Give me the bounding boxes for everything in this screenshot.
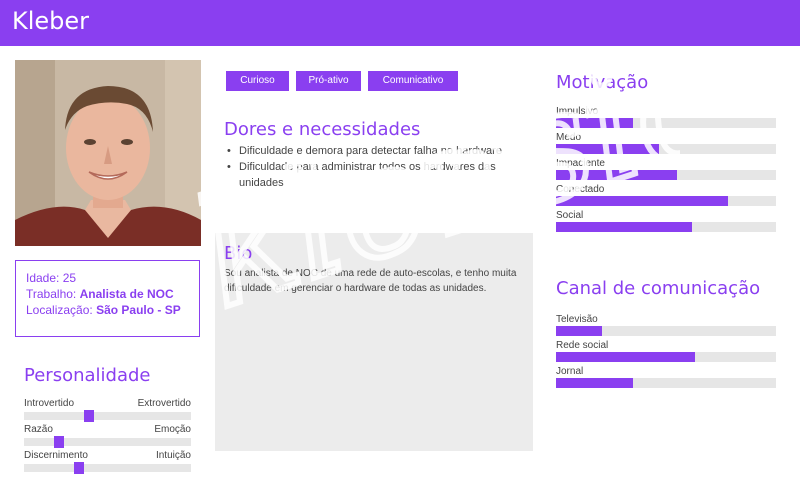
slider-track <box>24 410 191 422</box>
location-label: Localização: <box>26 303 93 317</box>
persona-avatar-illustration <box>15 60 201 246</box>
location-line: Localização: São Paulo - SP <box>26 302 189 318</box>
pains-title: Dores e necessidades <box>224 119 421 140</box>
job-value: Analista de NOC <box>79 287 174 301</box>
bio-title: Bio <box>224 243 253 264</box>
bar-fill <box>556 144 659 154</box>
job-label: Trabalho: <box>26 287 77 301</box>
bar-label: Impulsivo <box>556 106 599 117</box>
tag-pro-ativo: Pró-ativo <box>296 71 361 91</box>
slider-thumb <box>54 436 64 448</box>
personality-slider: Razão Emoção <box>24 423 191 448</box>
persona-name: Kleber <box>12 7 90 35</box>
job-line: Trabalho: Analista de NOC <box>26 286 189 302</box>
bar-track <box>556 326 776 336</box>
bar-track <box>556 170 776 180</box>
slider-track <box>24 436 191 448</box>
slider-track <box>24 462 191 474</box>
bar-label: Social <box>556 210 584 221</box>
bar-label: Rede social <box>556 340 609 351</box>
header-bar: Kleber <box>0 0 800 46</box>
slider-thumb <box>84 410 94 422</box>
personality-title: Personalidade <box>24 365 151 386</box>
bar-label: Impaciente <box>556 158 605 169</box>
bar-fill <box>556 352 695 362</box>
bar-track <box>556 144 776 154</box>
location-value: São Paulo - SP <box>96 303 181 317</box>
bar-track <box>556 378 776 388</box>
bar-track <box>556 196 776 206</box>
bar-fill <box>556 222 692 232</box>
slider-left-label: Razão <box>24 424 53 435</box>
slider-left-label: Introvertido <box>24 398 75 409</box>
channel-bars: Televisão Rede social Jornal <box>556 313 776 391</box>
tag-comunicativo: Comunicativo <box>368 71 458 91</box>
bar-fill <box>556 196 728 206</box>
channels-title: Canal de comunicação <box>556 278 761 299</box>
slider-right-label: Intuição <box>155 450 191 461</box>
bio-text: Sou analista de NOC de uma rede de auto-… <box>224 268 517 294</box>
profile-info-box: Idade: 25 Trabalho: Analista de NOC Loca… <box>15 260 200 337</box>
slider-left-label: Discernimento <box>24 450 88 461</box>
bar-fill <box>556 326 602 336</box>
pain-item: Dificuldade e demora para detectar falha… <box>226 143 526 159</box>
bar-track <box>556 118 776 128</box>
age-value: 25 <box>62 271 77 285</box>
bar-fill <box>556 170 677 180</box>
pains-list: Dificuldade e demora para detectar falha… <box>226 143 526 191</box>
bar-label: Medo <box>556 132 582 143</box>
bar-fill <box>556 118 633 128</box>
pain-item: Dificuldade para administrar todos os ha… <box>226 159 526 191</box>
bar-track <box>556 352 776 362</box>
personality-slider: Discernimento Intuição <box>24 449 191 474</box>
motivation-bars: Impulsivo Medo Impaciente Conectado Soci… <box>556 105 776 235</box>
tag-curioso: Curioso <box>226 71 289 91</box>
trait-tags: Curioso Pró-ativo Comunicativo <box>226 71 458 91</box>
slider-thumb <box>74 462 84 474</box>
slider-right-label: Emoção <box>154 424 191 435</box>
bar-label: Televisão <box>556 314 598 325</box>
bar-track <box>556 222 776 232</box>
personality-slider: Introvertido Extrovertido <box>24 397 191 422</box>
slider-right-label: Extrovertido <box>137 398 191 409</box>
bio-panel: Bio Sou analista de NOC de uma rede de a… <box>215 233 533 451</box>
bar-label: Jornal <box>556 366 584 377</box>
age-label: Idade: <box>26 271 60 285</box>
bar-fill <box>556 378 633 388</box>
persona-photo <box>15 60 201 246</box>
bar-label: Conectado <box>556 184 605 195</box>
age-line: Idade: 25 <box>26 270 189 286</box>
motivation-title: Motivação <box>556 72 649 93</box>
